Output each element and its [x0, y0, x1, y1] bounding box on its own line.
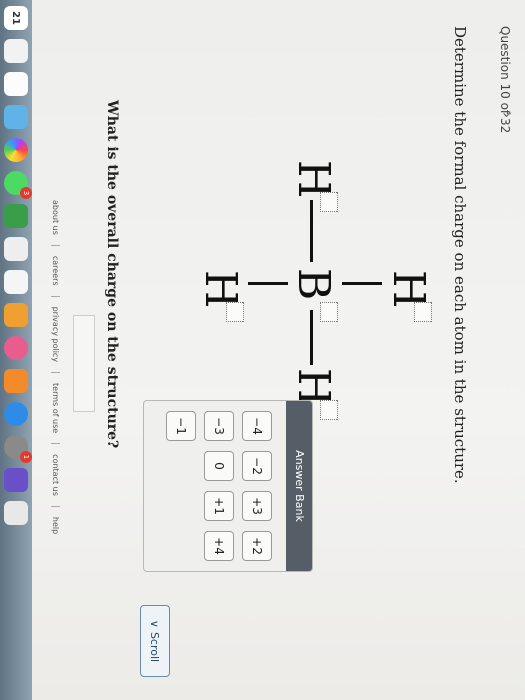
pages-icon[interactable] — [4, 303, 28, 327]
footer-link[interactable]: privacy policy — [51, 296, 60, 374]
numbers-icon[interactable] — [4, 270, 28, 294]
answer-chip[interactable]: −4 — [242, 411, 272, 441]
answer-chip[interactable]: −3 — [204, 411, 234, 441]
notes-icon[interactable] — [4, 39, 28, 63]
footer-links: about us careers privacy policy terms of us… — [51, 190, 60, 544]
next-question-chevron-icon[interactable]: › — [498, 112, 516, 118]
answer-chip[interactable]: −1 — [166, 411, 196, 441]
footer-link[interactable]: contact us — [51, 444, 60, 507]
messages-icon[interactable]: 3 — [4, 171, 32, 199]
answer-bank-title: Answer Bank — [286, 401, 312, 571]
answer-chip[interactable]: +1 — [204, 491, 234, 521]
ibooks-icon[interactable] — [4, 369, 28, 393]
drop-target-h-left[interactable] — [320, 192, 338, 212]
app-store-icon[interactable] — [4, 402, 28, 426]
bond-right — [310, 310, 313, 365]
facetime-icon[interactable] — [4, 204, 28, 228]
overall-charge-question: What is the overall charge on the struct… — [104, 100, 120, 449]
keynote-icon[interactable] — [4, 237, 28, 261]
calendar-icon[interactable]: 21 — [4, 6, 28, 30]
bond-top — [342, 282, 382, 285]
answer-chip[interactable]: +3 — [242, 491, 272, 521]
screen: Question 10 of 32 › Determine the formal… — [0, 0, 525, 700]
system-prefs-badge: 1 — [20, 451, 32, 463]
dock: 21 3 1 — [0, 0, 32, 700]
photos-icon[interactable] — [4, 138, 28, 162]
answer-chip[interactable]: +4 — [204, 531, 234, 561]
footer-link[interactable]: careers — [51, 245, 60, 297]
footer-link[interactable]: help — [51, 507, 60, 544]
drop-target-h-right[interactable] — [320, 400, 338, 420]
messages-badge: 3 — [20, 187, 32, 199]
question-prompt: Determine the formal charge on each atom… — [451, 26, 469, 484]
answer-bank-chips: −4 −2 +3 +2 −3 0 +1 +4 −1 — [166, 401, 286, 571]
drop-target-h-top[interactable] — [414, 302, 432, 322]
answer-chip[interactable]: −2 — [242, 451, 272, 481]
atom-b-center: B — [288, 268, 339, 301]
system-preferences-icon[interactable]: 1 — [4, 435, 32, 463]
answer-chip[interactable]: +2 — [242, 531, 272, 561]
office-icon[interactable] — [4, 501, 28, 525]
footer-link[interactable]: terms of use — [51, 373, 60, 445]
scroll-button[interactable]: ∨ Scroll — [140, 605, 170, 677]
calendar-date: 21 — [10, 11, 22, 25]
footer-link[interactable]: about us — [51, 190, 60, 246]
star-app-icon[interactable] — [4, 468, 28, 492]
drop-target-b[interactable] — [320, 302, 338, 322]
reminders-icon[interactable] — [4, 72, 28, 96]
lewis-structure: H H B H H — [170, 160, 434, 420]
bond-bottom — [248, 282, 288, 285]
itunes-icon[interactable] — [4, 336, 28, 360]
maps-icon[interactable] — [4, 105, 28, 129]
scroll-label: Scroll — [148, 631, 162, 663]
drop-target-h-bottom[interactable] — [226, 302, 244, 322]
answer-chip[interactable]: 0 — [204, 451, 234, 481]
bond-left — [310, 200, 313, 262]
overall-charge-input[interactable] — [73, 315, 95, 412]
answer-bank: Answer Bank −4 −2 +3 +2 −3 0 +1 +4 −1 — [143, 400, 313, 572]
chevron-down-icon: ∨ — [148, 619, 162, 628]
